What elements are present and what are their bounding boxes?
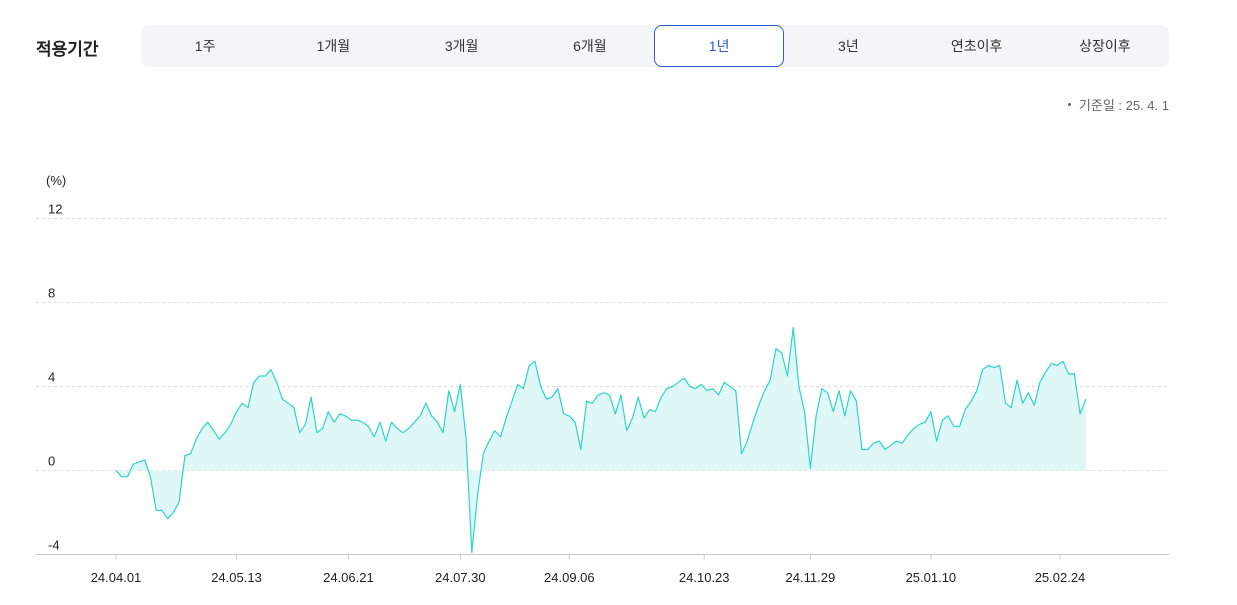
- x-tick-label: 24.11.29: [786, 570, 836, 585]
- return-area-chart: (%) 12 8 4 0 -4 24.04.01 24.05.13 24.06.21 24.07.…: [36, 173, 1169, 585]
- y-tick-label: 0: [48, 454, 55, 469]
- x-tick-label: 24.04.01: [91, 570, 142, 585]
- x-tick-label: 24.06.21: [323, 570, 374, 585]
- x-tick-label: 25.01.10: [906, 570, 957, 585]
- x-tick-label: 24.07.30: [435, 570, 486, 585]
- y-tick-label: 4: [48, 370, 55, 385]
- x-tick-label: 24.10.23: [679, 570, 730, 585]
- series-area-fill: [116, 327, 1086, 553]
- x-tick-label: 25.02.24: [1035, 570, 1086, 585]
- y-tick-label: 8: [48, 286, 55, 301]
- y-tick-label: 12: [48, 202, 62, 217]
- x-tick-label: 24.09.06: [544, 570, 595, 585]
- x-tick-label: 24.05.13: [211, 570, 262, 585]
- y-tick-label: -4: [48, 538, 60, 553]
- y-axis-unit-label: (%): [46, 173, 66, 188]
